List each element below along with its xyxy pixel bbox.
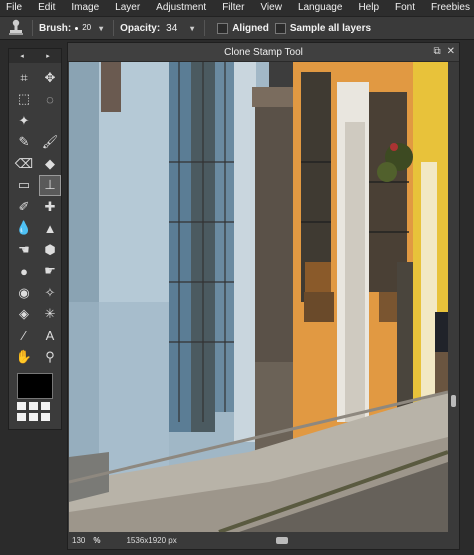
gradient-icon[interactable]: ▭: [13, 175, 35, 196]
clone-stamp-tool-icon[interactable]: [6, 18, 26, 38]
move-icon[interactable]: ✥: [39, 67, 61, 88]
vertical-scrollbar[interactable]: [448, 62, 459, 532]
color-replace-icon[interactable]: ✐: [13, 196, 35, 217]
type-icon[interactable]: A: [39, 325, 61, 346]
marquee-icon[interactable]: ⬚: [13, 89, 35, 110]
magic-wand-icon[interactable]: ✦: [13, 110, 35, 131]
sponge-icon[interactable]: ⬢: [39, 239, 61, 260]
dodge-icon[interactable]: ●: [13, 261, 35, 282]
brush-preview-icon[interactable]: [75, 26, 79, 30]
opacity-input[interactable]: 34: [166, 23, 186, 34]
tools-panel-nav: ◂ ▸: [9, 49, 61, 63]
smudge-icon[interactable]: ☚: [13, 239, 35, 260]
heal-icon[interactable]: ✚: [39, 196, 61, 217]
pinch-icon[interactable]: ✳: [39, 304, 61, 325]
zoom-icon[interactable]: ⚲: [39, 347, 61, 368]
nav-right-icon[interactable]: ▸: [46, 52, 50, 60]
menu-item-image[interactable]: Image: [65, 0, 99, 16]
separator: [113, 20, 115, 36]
paint-bucket-icon[interactable]: ◆: [39, 153, 61, 174]
bloat-icon[interactable]: ◈: [13, 304, 35, 325]
brush-icon[interactable]: 🖌: [39, 132, 61, 153]
menu-bar: File Edit Image Layer Adjustment Filter View La…: [0, 0, 474, 16]
sample-all-layers-label: Sample all layers: [289, 22, 372, 34]
opacity-dropdown-chevron-icon[interactable]: ▾: [190, 24, 194, 33]
vertical-scroll-thumb[interactable]: [451, 395, 456, 407]
brush-label: Brush:: [39, 22, 72, 34]
sharpen-icon[interactable]: ▲: [39, 218, 61, 239]
menu-item-file[interactable]: File: [0, 0, 22, 16]
status-bar: 130 % 1536x1920 px: [68, 532, 459, 549]
menu-item-font[interactable]: Font: [389, 0, 415, 16]
blank-icon: [39, 110, 61, 131]
burn-icon[interactable]: ☛: [39, 261, 61, 282]
menu-item-freebies[interactable]: Freebies: [425, 0, 470, 16]
popout-icon[interactable]: ⧉: [433, 46, 440, 57]
street-photo: [69, 62, 448, 532]
blur-icon[interactable]: 💧: [13, 218, 35, 239]
close-icon[interactable]: ✕: [447, 46, 455, 57]
image-dimensions: 1536x1920 px: [126, 536, 177, 545]
menu-item-help[interactable]: Help: [352, 0, 379, 16]
image-canvas[interactable]: [69, 62, 448, 532]
menu-item-edit[interactable]: Edit: [32, 0, 55, 16]
lasso-icon[interactable]: ◌: [39, 89, 61, 110]
menu-item-language[interactable]: Language: [292, 0, 343, 16]
horizontal-scroll-thumb[interactable]: [276, 537, 288, 544]
separator: [204, 20, 206, 36]
horizontal-scrollbar[interactable]: [216, 537, 446, 544]
tools-panel: ◂ ▸ ⌗ ✥ ⬚ ◌ ✦ ✎ 🖌 ⌫ ◆ ▭ ⊥ ✐ ✚ 💧 ▲ ☚ ⬢ ● ☛ ◉ ✧ ◈ ✳ ⁄ A ✋ ⚲: [8, 48, 62, 430]
zoom-unit: %: [93, 536, 101, 545]
nav-left-icon[interactable]: ◂: [20, 52, 24, 60]
pencil-icon[interactable]: ✎: [13, 132, 35, 153]
brush-size-value[interactable]: 20: [82, 24, 91, 32]
menu-item-filter[interactable]: Filter: [216, 0, 244, 16]
crop-icon[interactable]: ⌗: [13, 67, 35, 88]
document-titlebar[interactable]: Clone Stamp Tool ⧉ ✕: [68, 43, 459, 62]
eraser-icon[interactable]: ⌫: [13, 153, 35, 174]
document-title: Clone Stamp Tool: [224, 46, 303, 58]
tool-grid: ⌗ ✥ ⬚ ◌ ✦ ✎ 🖌 ⌫ ◆ ▭ ⊥ ✐ ✚ 💧 ▲ ☚ ⬢ ● ☛ ◉ ✧ ◈ ✳ ⁄ A ✋ ⚲: [9, 63, 61, 368]
primary-color-swatch[interactable]: [17, 373, 53, 399]
opacity-label: Opacity:: [120, 22, 161, 34]
red-eye-icon[interactable]: ◉: [13, 282, 35, 303]
aligned-label: Aligned: [232, 22, 269, 34]
color-picker-icon[interactable]: ⁄: [13, 325, 35, 346]
separator: [32, 20, 33, 36]
menu-item-view[interactable]: View: [254, 0, 282, 16]
spot-heal-icon[interactable]: ✧: [39, 282, 61, 303]
clone-stamp-icon[interactable]: ⊥: [39, 174, 61, 196]
menu-item-layer[interactable]: Layer: [109, 0, 140, 16]
grid-view-icon[interactable]: [17, 402, 51, 424]
sample-all-layers-checkbox[interactable]: [274, 22, 286, 34]
hand-icon[interactable]: ✋: [13, 347, 35, 368]
document-window: Clone Stamp Tool ⧉ ✕ 130 % 1536x1920 px: [67, 42, 460, 550]
options-bar: Brush: 20 ▾ Opacity: 34 ▾ Aligned Sample…: [0, 16, 474, 40]
aligned-checkbox[interactable]: [217, 22, 229, 34]
zoom-input[interactable]: 130: [72, 536, 85, 545]
brush-dropdown-chevron-icon[interactable]: ▾: [99, 24, 103, 33]
menu-item-adjustment[interactable]: Adjustment: [150, 0, 206, 16]
